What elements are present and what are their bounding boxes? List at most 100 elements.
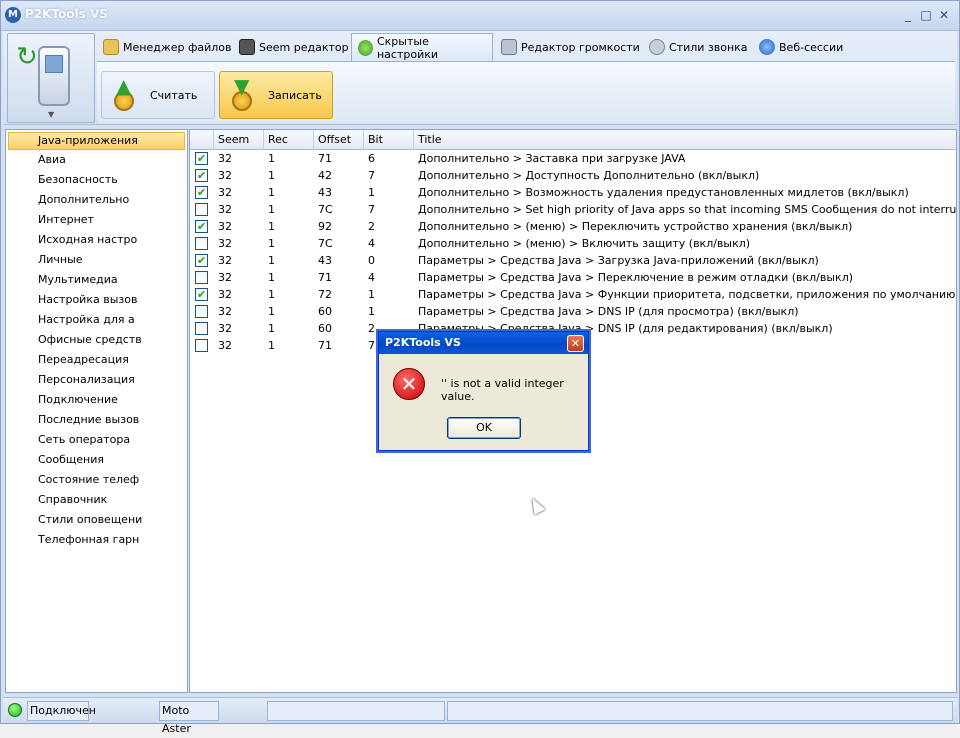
row-checkbox[interactable] bbox=[195, 167, 208, 184]
device-name: Moto Aster bbox=[159, 701, 219, 735]
table-row[interactable]: 32 1 7C 4 Дополнительно > (меню) > Включить … bbox=[190, 235, 956, 252]
table-row[interactable]: 32 1 71 4 Параметры > Средства Java > Перекл… bbox=[190, 269, 956, 286]
tab-label: Стили звонка bbox=[669, 40, 748, 54]
write-icon: ▼ bbox=[226, 76, 262, 113]
category-item[interactable]: Дополнительно bbox=[6, 190, 187, 210]
cell-offset: 71 bbox=[318, 339, 332, 352]
cell-seem: 32 bbox=[218, 220, 232, 233]
maximize-button[interactable]: □ bbox=[917, 7, 935, 23]
dialog-close-button[interactable]: ✕ bbox=[567, 335, 584, 352]
category-item[interactable]: Персонализация bbox=[6, 370, 187, 390]
row-checkbox[interactable] bbox=[195, 218, 208, 235]
row-checkbox[interactable] bbox=[195, 286, 208, 303]
close-button[interactable]: ✕ bbox=[935, 7, 953, 23]
cell-rec: 1 bbox=[268, 288, 275, 301]
category-item[interactable]: Настройка вызов bbox=[6, 290, 187, 310]
action-panel: ▲ Считать ▼ Записать bbox=[97, 61, 955, 123]
dialog-title[interactable]: P2KTools VS bbox=[379, 332, 588, 354]
category-item[interactable]: Личные bbox=[6, 250, 187, 270]
category-list: Java-приложения Авиа Безопасность Дополните… bbox=[5, 129, 188, 693]
row-checkbox[interactable] bbox=[195, 271, 208, 284]
table-row[interactable]: 32 1 72 1 Параметры > Средства Java > Функци… bbox=[190, 286, 956, 303]
category-item[interactable]: Безопасность bbox=[6, 170, 187, 190]
row-checkbox[interactable] bbox=[195, 252, 208, 269]
cell-seem: 32 bbox=[218, 152, 232, 165]
category-item[interactable]: Последние вызов bbox=[6, 410, 187, 430]
category-item[interactable]: Настройка для а bbox=[6, 310, 187, 330]
row-checkbox[interactable] bbox=[195, 237, 208, 250]
header-bit[interactable]: Bit bbox=[364, 130, 414, 150]
cell-offset: 7C bbox=[318, 237, 333, 250]
row-checkbox[interactable] bbox=[195, 339, 208, 352]
cell-title: Дополнительно > Set high priority of Jav… bbox=[418, 203, 956, 216]
category-item[interactable]: Стили оповещени bbox=[6, 510, 187, 530]
cell-rec: 1 bbox=[268, 237, 275, 250]
minimize-button[interactable]: _ bbox=[899, 7, 917, 23]
cell-offset: 43 bbox=[318, 254, 332, 267]
category-item[interactable]: Исходная настро bbox=[6, 230, 187, 250]
write-label: Записать bbox=[268, 88, 322, 102]
cell-seem: 32 bbox=[218, 169, 232, 182]
category-item[interactable]: Офисные средств bbox=[6, 330, 187, 350]
table-row[interactable]: 32 1 71 6 Дополнительно > Заставка при загру… bbox=[190, 150, 956, 167]
category-item[interactable]: Java-приложения bbox=[8, 132, 185, 150]
tab-label: Редактор громкости bbox=[521, 40, 640, 54]
cell-offset: 60 bbox=[318, 322, 332, 335]
category-item[interactable]: Мультимедиа bbox=[6, 270, 187, 290]
cell-bit: 1 bbox=[368, 288, 375, 301]
category-item[interactable]: Справочник bbox=[6, 490, 187, 510]
header-offset[interactable]: Offset bbox=[314, 130, 364, 150]
table-row[interactable]: 32 1 92 2 Дополнительно > (меню) > Переключи… bbox=[190, 218, 956, 235]
table-row[interactable]: 32 1 60 1 Параметры > Средства Java > DNS IP… bbox=[190, 303, 956, 320]
category-item[interactable]: Авиа bbox=[6, 150, 187, 170]
tab-ring-styles[interactable]: Стили звонка bbox=[643, 33, 754, 61]
row-checkbox[interactable] bbox=[195, 322, 208, 335]
table-row[interactable]: 32 1 43 0 Параметры > Средства Java > Загруз… bbox=[190, 252, 956, 269]
cell-bit: 0 bbox=[368, 254, 375, 267]
category-item[interactable]: Сообщения bbox=[6, 450, 187, 470]
tab-seem-editor[interactable]: Seem редактор bbox=[233, 33, 355, 61]
cell-title: Дополнительно > Заставка при загрузке JA… bbox=[418, 152, 686, 165]
write-button[interactable]: ▼ Записать bbox=[219, 71, 333, 119]
title-bar[interactable]: M P2KTools VS _ □ ✕ bbox=[1, 1, 959, 31]
cell-rec: 1 bbox=[268, 152, 275, 165]
category-item[interactable]: Сеть оператора bbox=[6, 430, 187, 450]
cell-offset: 72 bbox=[318, 288, 332, 301]
cell-title: Параметры > Средства Java > DNS IP (для … bbox=[418, 305, 799, 318]
app-logo-icon: M bbox=[5, 7, 21, 23]
volume-editor-icon bbox=[501, 39, 517, 55]
category-item[interactable]: Телефонная гарн bbox=[6, 530, 187, 550]
header-title[interactable]: Title bbox=[414, 130, 956, 150]
category-item[interactable]: Состояние телеф bbox=[6, 470, 187, 490]
header-rec[interactable]: Rec bbox=[264, 130, 314, 150]
category-item[interactable]: Подключение bbox=[6, 390, 187, 410]
category-item[interactable]: Переадресация bbox=[6, 350, 187, 370]
row-checkbox[interactable] bbox=[195, 150, 208, 167]
read-button[interactable]: ▲ Считать bbox=[101, 71, 215, 119]
header-seem[interactable]: Seem bbox=[214, 130, 264, 150]
chevron-down-icon: ▼ bbox=[48, 110, 55, 119]
row-checkbox[interactable] bbox=[195, 184, 208, 201]
row-checkbox[interactable] bbox=[195, 305, 208, 318]
table-row[interactable]: 32 1 7C 7 Дополнительно > Set high priority … bbox=[190, 201, 956, 218]
tab-file-manager[interactable]: Менеджер файлов bbox=[97, 33, 238, 61]
error-dialog: P2KTools VS ✕ ✕ '' is not a valid intege… bbox=[378, 331, 589, 451]
cell-rec: 1 bbox=[268, 339, 275, 352]
category-item[interactable]: Интернет bbox=[6, 210, 187, 230]
cell-bit: 4 bbox=[368, 271, 375, 284]
table-row[interactable]: 32 1 43 1 Дополнительно > Возможность удален… bbox=[190, 184, 956, 201]
table-row[interactable]: 32 1 42 7 Дополнительно > Доступность Дополн… bbox=[190, 167, 956, 184]
ok-button[interactable]: OK bbox=[447, 417, 521, 439]
tab-label: Веб-сессии bbox=[779, 40, 844, 54]
row-checkbox[interactable] bbox=[195, 203, 208, 216]
tab-volume-editor[interactable]: Редактор громкости bbox=[495, 33, 646, 61]
status-panel-empty-1 bbox=[267, 701, 445, 721]
device-menu-button[interactable]: ↻ ▼ bbox=[7, 33, 95, 123]
cell-rec: 1 bbox=[268, 203, 275, 216]
read-icon: ▲ bbox=[108, 76, 144, 113]
tab-hidden-settings[interactable]: Скрытые настройки bbox=[351, 33, 493, 61]
cell-rec: 1 bbox=[268, 186, 275, 199]
tab-web-sessions[interactable]: Веб-сессии bbox=[753, 33, 849, 61]
cell-rec: 1 bbox=[268, 322, 275, 335]
cell-title: Параметры > Средства Java > Загрузка Jav… bbox=[418, 254, 819, 267]
